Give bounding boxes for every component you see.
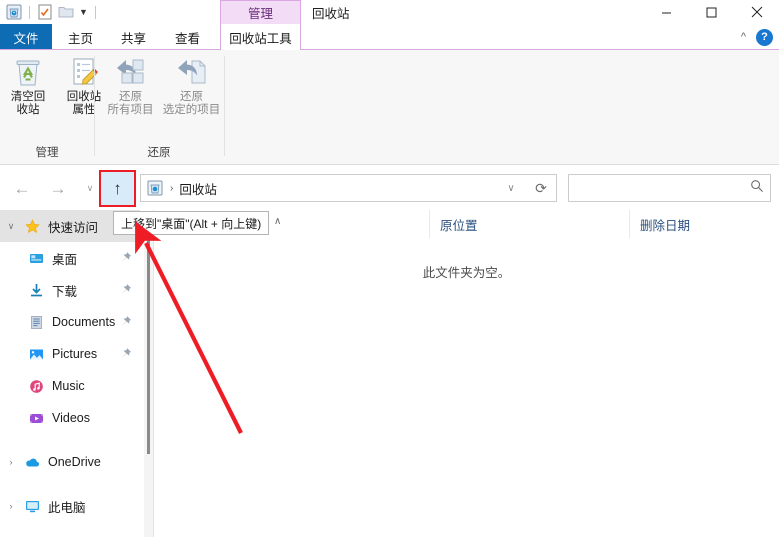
- sidebar-item-documents[interactable]: Documents: [0, 306, 140, 338]
- ribbon-tab-strip: 文件 主页 共享 查看 回收站工具 ^ ?: [0, 24, 779, 50]
- tab-file[interactable]: 文件: [0, 24, 52, 50]
- search-icon[interactable]: [744, 179, 770, 198]
- address-bar[interactable]: › 回收站 ∨ ⟳: [140, 174, 557, 202]
- ribbon-group-restore: 还原 所有项目 还原 选定的项目 还原: [96, 50, 222, 164]
- ribbon-panel: 清空回 收站 回收站 属性 管理 还原 所有项目 还原 选定的项目 还原: [0, 50, 779, 165]
- sidebar-label-quick-access: 快速访问: [48, 220, 99, 235]
- breadcrumb-separator: ›: [170, 182, 174, 194]
- pin-icon[interactable]: [120, 283, 132, 296]
- ribbon-group-manage: 清空回 收站 回收站 属性 管理: [0, 50, 101, 164]
- contextual-tab-header: 管理: [220, 0, 301, 24]
- ribbon-group-divider-1: [94, 56, 95, 156]
- sidebar-item-this-pc[interactable]: › 此电脑: [0, 490, 140, 522]
- empty-recycle-bin-button[interactable]: 清空回 收站: [0, 56, 56, 117]
- minimize-button[interactable]: [644, 0, 689, 24]
- address-dropdown-icon[interactable]: ∨: [496, 183, 526, 194]
- search-input[interactable]: [569, 181, 744, 195]
- sidebar-item-downloads[interactable]: 下载: [0, 274, 140, 306]
- this-pc-icon: [22, 498, 42, 514]
- file-explorer-window: ▼ 管理 回收站 文件 主页 共享 查看 回收站工具 ^ ? 清空回 收站 回收…: [0, 0, 779, 537]
- tab-view[interactable]: 查看: [165, 24, 210, 50]
- sidebar-item-onedrive[interactable]: › OneDrive: [0, 446, 140, 478]
- chevron-right-icon[interactable]: ›: [0, 457, 22, 467]
- column-header-date-deleted[interactable]: 删除日期: [629, 210, 779, 238]
- empty-recycle-bin-icon: [13, 56, 43, 88]
- sidebar-label-documents: Documents: [52, 315, 116, 329]
- recycle-bin-icon[interactable]: [6, 4, 22, 20]
- pictures-icon: [26, 346, 46, 362]
- sort-indicator-icon: ∧: [274, 216, 282, 227]
- sidebar-label-this-pc: 此电脑: [48, 500, 86, 515]
- back-button[interactable]: ←: [6, 172, 38, 204]
- restore-all-items-label: 还原 所有项目: [107, 91, 154, 116]
- star-icon: [22, 218, 42, 234]
- music-icon: [26, 378, 46, 394]
- sidebar-label-videos: Videos: [52, 411, 90, 425]
- up-button-highlight: [99, 170, 136, 207]
- ribbon-tab-right-controls: ^ ?: [741, 24, 773, 50]
- breadcrumb[interactable]: 回收站: [179, 179, 217, 198]
- qat-separator-1: [29, 5, 30, 19]
- downloads-icon: [26, 282, 46, 298]
- desktop-icon: [26, 250, 46, 266]
- tab-recycle-bin-tools[interactable]: 回收站工具: [220, 24, 301, 50]
- search-box[interactable]: [568, 174, 771, 202]
- navigation-pane: ∨ 快速访问 桌面 下载 Documents Pictures Music Vi…: [0, 210, 140, 537]
- ribbon-group-manage-label: 管理: [35, 147, 59, 159]
- up-button-tooltip-text: 上移到"桌面"(Alt + 向上键): [121, 216, 262, 231]
- forward-button[interactable]: →: [42, 172, 74, 204]
- window-controls: [644, 0, 779, 24]
- sidebar-item-desktop[interactable]: 桌面: [0, 242, 140, 274]
- restore-selected-items-icon: [175, 56, 209, 88]
- pin-icon[interactable]: [120, 251, 132, 264]
- sidebar-label-onedrive: OneDrive: [48, 455, 101, 469]
- sidebar-item-videos[interactable]: Videos: [0, 402, 140, 434]
- window-title: 回收站: [312, 6, 350, 21]
- pin-icon[interactable]: [120, 315, 132, 328]
- sidebar-label-music: Music: [52, 379, 85, 393]
- up-button-tooltip: 上移到"桌面"(Alt + 向上键): [113, 211, 270, 235]
- contextual-tab-header-label: 管理: [247, 7, 273, 21]
- tab-share[interactable]: 共享: [111, 24, 156, 50]
- properties-icon[interactable]: [37, 4, 53, 20]
- qat-separator-2: [94, 5, 96, 19]
- videos-icon: [26, 410, 46, 426]
- sidebar-item-music[interactable]: Music: [0, 370, 140, 402]
- empty-folder-message: 此文件夹为空。: [422, 266, 511, 280]
- restore-all-items-icon: [114, 56, 148, 88]
- tab-home[interactable]: 主页: [58, 24, 103, 50]
- empty-recycle-bin-label: 清空回 收站: [10, 91, 46, 116]
- quick-access-toolbar: ▼: [6, 2, 98, 22]
- chevron-right-icon[interactable]: ›: [0, 501, 22, 511]
- pin-icon[interactable]: [120, 347, 132, 360]
- column-header-original-location[interactable]: 原位置: [429, 210, 629, 238]
- restore-selected-items-button[interactable]: 还原 选定的项目: [161, 56, 222, 117]
- address-bar-controls: ∨ ⟳: [496, 180, 556, 197]
- sidebar-scrollbar-thumb[interactable]: [147, 222, 150, 454]
- sidebar-label-pictures: Pictures: [52, 347, 98, 361]
- maximize-button[interactable]: [689, 0, 734, 24]
- sidebar-item-pictures[interactable]: Pictures: [0, 338, 140, 370]
- refresh-icon[interactable]: ⟳: [526, 180, 556, 197]
- file-list-pane: 名称 原位置 删除日期 ∧ 此文件夹为空。: [154, 210, 779, 537]
- restore-selected-items-label: 还原 选定的项目: [162, 91, 221, 116]
- onedrive-icon: [22, 454, 42, 470]
- restore-all-items-button[interactable]: 还原 所有项目: [100, 56, 161, 117]
- ribbon-group-divider-2: [224, 56, 225, 156]
- address-recycle-bin-icon: [147, 180, 163, 196]
- collapse-ribbon-icon[interactable]: ^: [741, 31, 746, 43]
- sidebar-label-downloads: 下载: [52, 284, 78, 299]
- documents-icon: [26, 314, 46, 330]
- title-bar: ▼ 管理 回收站: [0, 0, 779, 24]
- ribbon-group-restore-label: 还原: [147, 147, 171, 159]
- customize-qat-caret-icon[interactable]: ▼: [79, 7, 88, 17]
- sidebar-label-desktop: 桌面: [52, 252, 78, 267]
- help-button[interactable]: ?: [756, 28, 773, 46]
- folder-icon[interactable]: [58, 4, 74, 20]
- chevron-down-icon[interactable]: ∨: [0, 221, 22, 232]
- close-button[interactable]: [734, 0, 779, 24]
